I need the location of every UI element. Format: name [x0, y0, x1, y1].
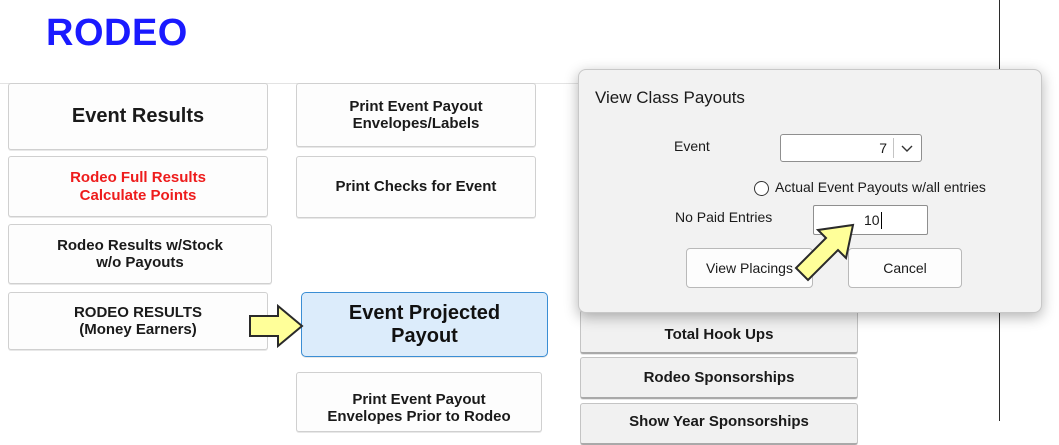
- chevron-down-icon[interactable]: [897, 135, 917, 161]
- show-year-sponsorships-button[interactable]: Show Year Sponsorships: [580, 403, 858, 445]
- rodeo-results-stock-line2: w/o Payouts: [96, 254, 184, 271]
- print-checks-label: Print Checks for Event: [335, 178, 497, 196]
- rodeo-full-results-line2: Calculate Points: [79, 186, 197, 204]
- view-placings-label: View Placings: [706, 260, 793, 276]
- actual-payouts-label: Actual Event Payouts w/all entries: [775, 179, 986, 195]
- print-payout-envelopes-button[interactable]: Print Event Payout Envelopes/Labels: [296, 83, 536, 147]
- print-payout-prior-button[interactable]: Print Event Payout Envelopes Prior to Ro…: [296, 372, 542, 432]
- print-checks-button[interactable]: Print Checks for Event: [296, 156, 536, 218]
- event-projected-payout-line1: Event Projected: [348, 301, 501, 324]
- cancel-label: Cancel: [883, 260, 927, 276]
- text-caret: [881, 212, 882, 229]
- combo-separator: [893, 138, 894, 158]
- print-payout-envelopes-line1: Print Event Payout: [349, 97, 483, 115]
- no-paid-entries-value: 10: [864, 212, 880, 228]
- event-select-value: 7: [879, 140, 887, 156]
- yellow-pointer-arrow-icon: [249, 304, 304, 348]
- yellow-diagonal-arrow-icon: [794, 223, 855, 282]
- rodeo-results-money-line1: RODEO RESULTS: [73, 303, 203, 321]
- event-select[interactable]: 7: [780, 134, 922, 162]
- print-payout-envelopes-line2: Envelopes/Labels: [352, 115, 480, 132]
- print-payout-prior-line2: Envelopes Prior to Rodeo: [327, 408, 511, 426]
- event-projected-payout-button[interactable]: Event Projected Payout: [301, 292, 548, 357]
- rodeo-results-money-button[interactable]: RODEO RESULTS (Money Earners): [8, 292, 268, 350]
- event-projected-payout-line2: Payout: [391, 324, 458, 347]
- show-year-sponsorships-label: Show Year Sponsorships: [629, 413, 809, 430]
- print-payout-prior-line1: Print Event Payout: [352, 391, 486, 408]
- event-label: Event: [674, 138, 710, 154]
- rodeo-full-results-line1: Rodeo Full Results: [70, 169, 206, 187]
- total-hook-ups-label: Total Hook Ups: [664, 325, 774, 343]
- rodeo-results-stock-line1: Rodeo Results w/Stock: [57, 236, 223, 254]
- rodeo-sponsorships-button[interactable]: Rodeo Sponsorships: [580, 357, 858, 399]
- rodeo-results-stock-button[interactable]: Rodeo Results w/Stock w/o Payouts: [8, 224, 272, 284]
- cancel-button[interactable]: Cancel: [848, 248, 962, 288]
- event-results-button[interactable]: Event Results: [8, 83, 268, 150]
- actual-payouts-radio[interactable]: [754, 181, 769, 196]
- dialog-title: View Class Payouts: [595, 88, 745, 107]
- total-hook-ups-button[interactable]: Total Hook Ups: [580, 310, 858, 354]
- event-results-label: Event Results: [71, 105, 205, 127]
- app-title: RODEO: [46, 12, 188, 54]
- rodeo-full-results-button[interactable]: Rodeo Full Results Calculate Points: [8, 156, 268, 217]
- rodeo-sponsorships-label: Rodeo Sponsorships: [643, 368, 795, 386]
- no-paid-entries-label: No Paid Entries: [675, 209, 773, 225]
- rodeo-results-money-line2: (Money Earners): [79, 321, 197, 338]
